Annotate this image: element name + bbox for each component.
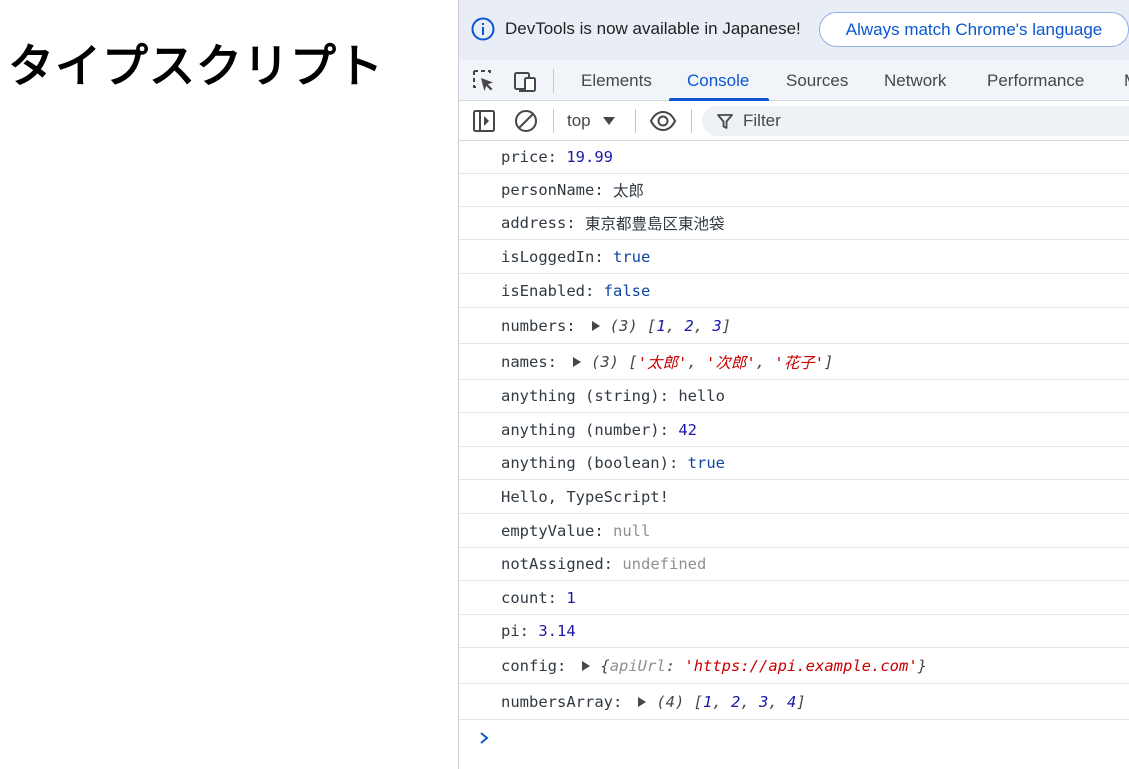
match-language-button[interactable]: Always match Chrome's language (819, 12, 1129, 47)
array-item: 4 (787, 692, 797, 711)
log-value: 東京都豊島区東池袋 (585, 215, 725, 233)
devtools-tabbar: Elements Console Sources Network Perform… (459, 60, 1129, 101)
filter-icon (717, 114, 733, 129)
console-message: names: (3) ['太郎', '次郎', '花子'] (459, 344, 1129, 380)
array-item: 1 (656, 316, 666, 335)
log-key: anything (boolean) (501, 454, 669, 472)
expand-triangle-icon[interactable] (573, 356, 582, 367)
log-key: numbersArray (501, 692, 613, 711)
log-key: address (501, 214, 567, 232)
expand-triangle-icon[interactable] (591, 320, 600, 331)
info-icon (471, 17, 495, 41)
devtools-panel: DevTools is now available in Japanese! A… (458, 0, 1129, 769)
tab-elements[interactable]: Elements (581, 60, 652, 101)
log-key: personName (501, 181, 595, 199)
log-text: Hello, TypeScript! (501, 487, 669, 506)
array-item: '次郎' (706, 353, 756, 372)
banner-message: DevTools is now available in Japanese! (505, 19, 801, 38)
log-key: isEnabled (501, 281, 585, 300)
console-message: personName: 太郎 (459, 174, 1129, 207)
toolbar-separator (635, 109, 636, 133)
context-label: top (567, 111, 591, 130)
tab-console[interactable]: Console (687, 60, 749, 101)
page-heading: タイプスクリプト (8, 39, 384, 93)
log-key: count (501, 588, 548, 607)
log-value: 3.14 (538, 622, 576, 640)
log-value: true (687, 454, 725, 472)
log-key: emptyValue (501, 521, 595, 540)
toolbar-separator (553, 109, 554, 133)
tab-network[interactable]: Network (884, 60, 946, 101)
array-item: '太郎' (637, 353, 688, 372)
log-value: null (613, 521, 651, 540)
array-item: 1 (703, 692, 713, 711)
object-key: apiUrl (609, 656, 666, 675)
clear-console-icon[interactable] (513, 108, 539, 134)
tab-sources[interactable]: Sources (786, 60, 848, 101)
console-message: isLoggedIn: true (459, 240, 1129, 274)
language-banner: DevTools is now available in Japanese! A… (459, 0, 1129, 60)
console-message: anything (string): hello (459, 380, 1129, 413)
log-value: 42 (678, 420, 697, 439)
expand-triangle-icon[interactable] (638, 696, 647, 707)
array-item: 3 (712, 316, 722, 335)
array-item: 2 (684, 316, 694, 335)
console-message: anything (number): 42 (459, 413, 1129, 447)
console-message: notAssigned: undefined (459, 548, 1129, 581)
log-key: anything (string) (501, 387, 660, 405)
dropdown-arrow-icon (602, 117, 615, 125)
context-selector[interactable]: top (567, 109, 615, 133)
log-value: hello (678, 387, 725, 405)
console-message: Hello, TypeScript! (459, 480, 1129, 514)
log-value: true (613, 247, 651, 266)
array-item: 2 (731, 692, 741, 711)
array-length: (3) (591, 352, 620, 371)
console-message: pi: 3.14 (459, 615, 1129, 648)
array-length: (4) (656, 692, 685, 711)
log-value: false (603, 281, 651, 300)
web-page: タイプスクリプト (0, 0, 458, 769)
console-message: numbersArray: (4) [1, 2, 3, 4] (459, 684, 1129, 720)
array-item: 3 (759, 692, 769, 711)
tab-performance[interactable]: Performance (987, 60, 1084, 101)
log-key: config (501, 656, 557, 675)
console-message: isEnabled: false (459, 274, 1129, 308)
log-key: names (501, 352, 548, 371)
log-value: undefined (622, 555, 707, 573)
log-key: price (501, 148, 548, 166)
console-toolbar: top Filter (459, 101, 1129, 141)
log-value: 1 (566, 588, 576, 607)
log-key: notAssigned (501, 555, 604, 573)
device-toolbar-icon[interactable] (513, 68, 539, 94)
console-message: price: 19.99 (459, 141, 1129, 174)
console-message: numbers: (3) [1, 2, 3] (459, 308, 1129, 344)
console-message: emptyValue: null (459, 514, 1129, 548)
console-message: address: 東京都豊島区東池袋 (459, 207, 1129, 240)
inspect-element-icon[interactable] (471, 68, 497, 94)
log-value: 19.99 (566, 148, 614, 166)
sidebar-toggle-icon[interactable] (471, 108, 497, 134)
log-key: isLoggedIn (501, 247, 595, 266)
console-message: anything (boolean): true (459, 447, 1129, 480)
tab-overflow[interactable]: M (1124, 60, 1129, 101)
filter-input[interactable]: Filter (702, 106, 1129, 136)
log-key: numbers (501, 316, 567, 335)
console-output: price: 19.99 personName: 太郎 address: 東京都… (459, 141, 1129, 769)
console-message: count: 1 (459, 581, 1129, 615)
eye-icon[interactable] (649, 108, 677, 134)
array-item: '花子' (774, 353, 825, 372)
log-value: 太郎 (613, 182, 645, 200)
object-value: 'https://api.example.com' (684, 656, 918, 675)
log-key: anything (number) (501, 420, 660, 439)
array-length: (3) (609, 316, 638, 335)
console-prompt-icon[interactable] (477, 731, 491, 745)
tab-separator (553, 69, 554, 93)
console-message: config:{apiUrl: 'https://api.example.com… (459, 648, 1129, 684)
log-key: pi (501, 622, 520, 640)
expand-triangle-icon[interactable] (582, 660, 591, 671)
filter-placeholder: Filter (743, 111, 781, 130)
toolbar-separator (691, 109, 692, 133)
